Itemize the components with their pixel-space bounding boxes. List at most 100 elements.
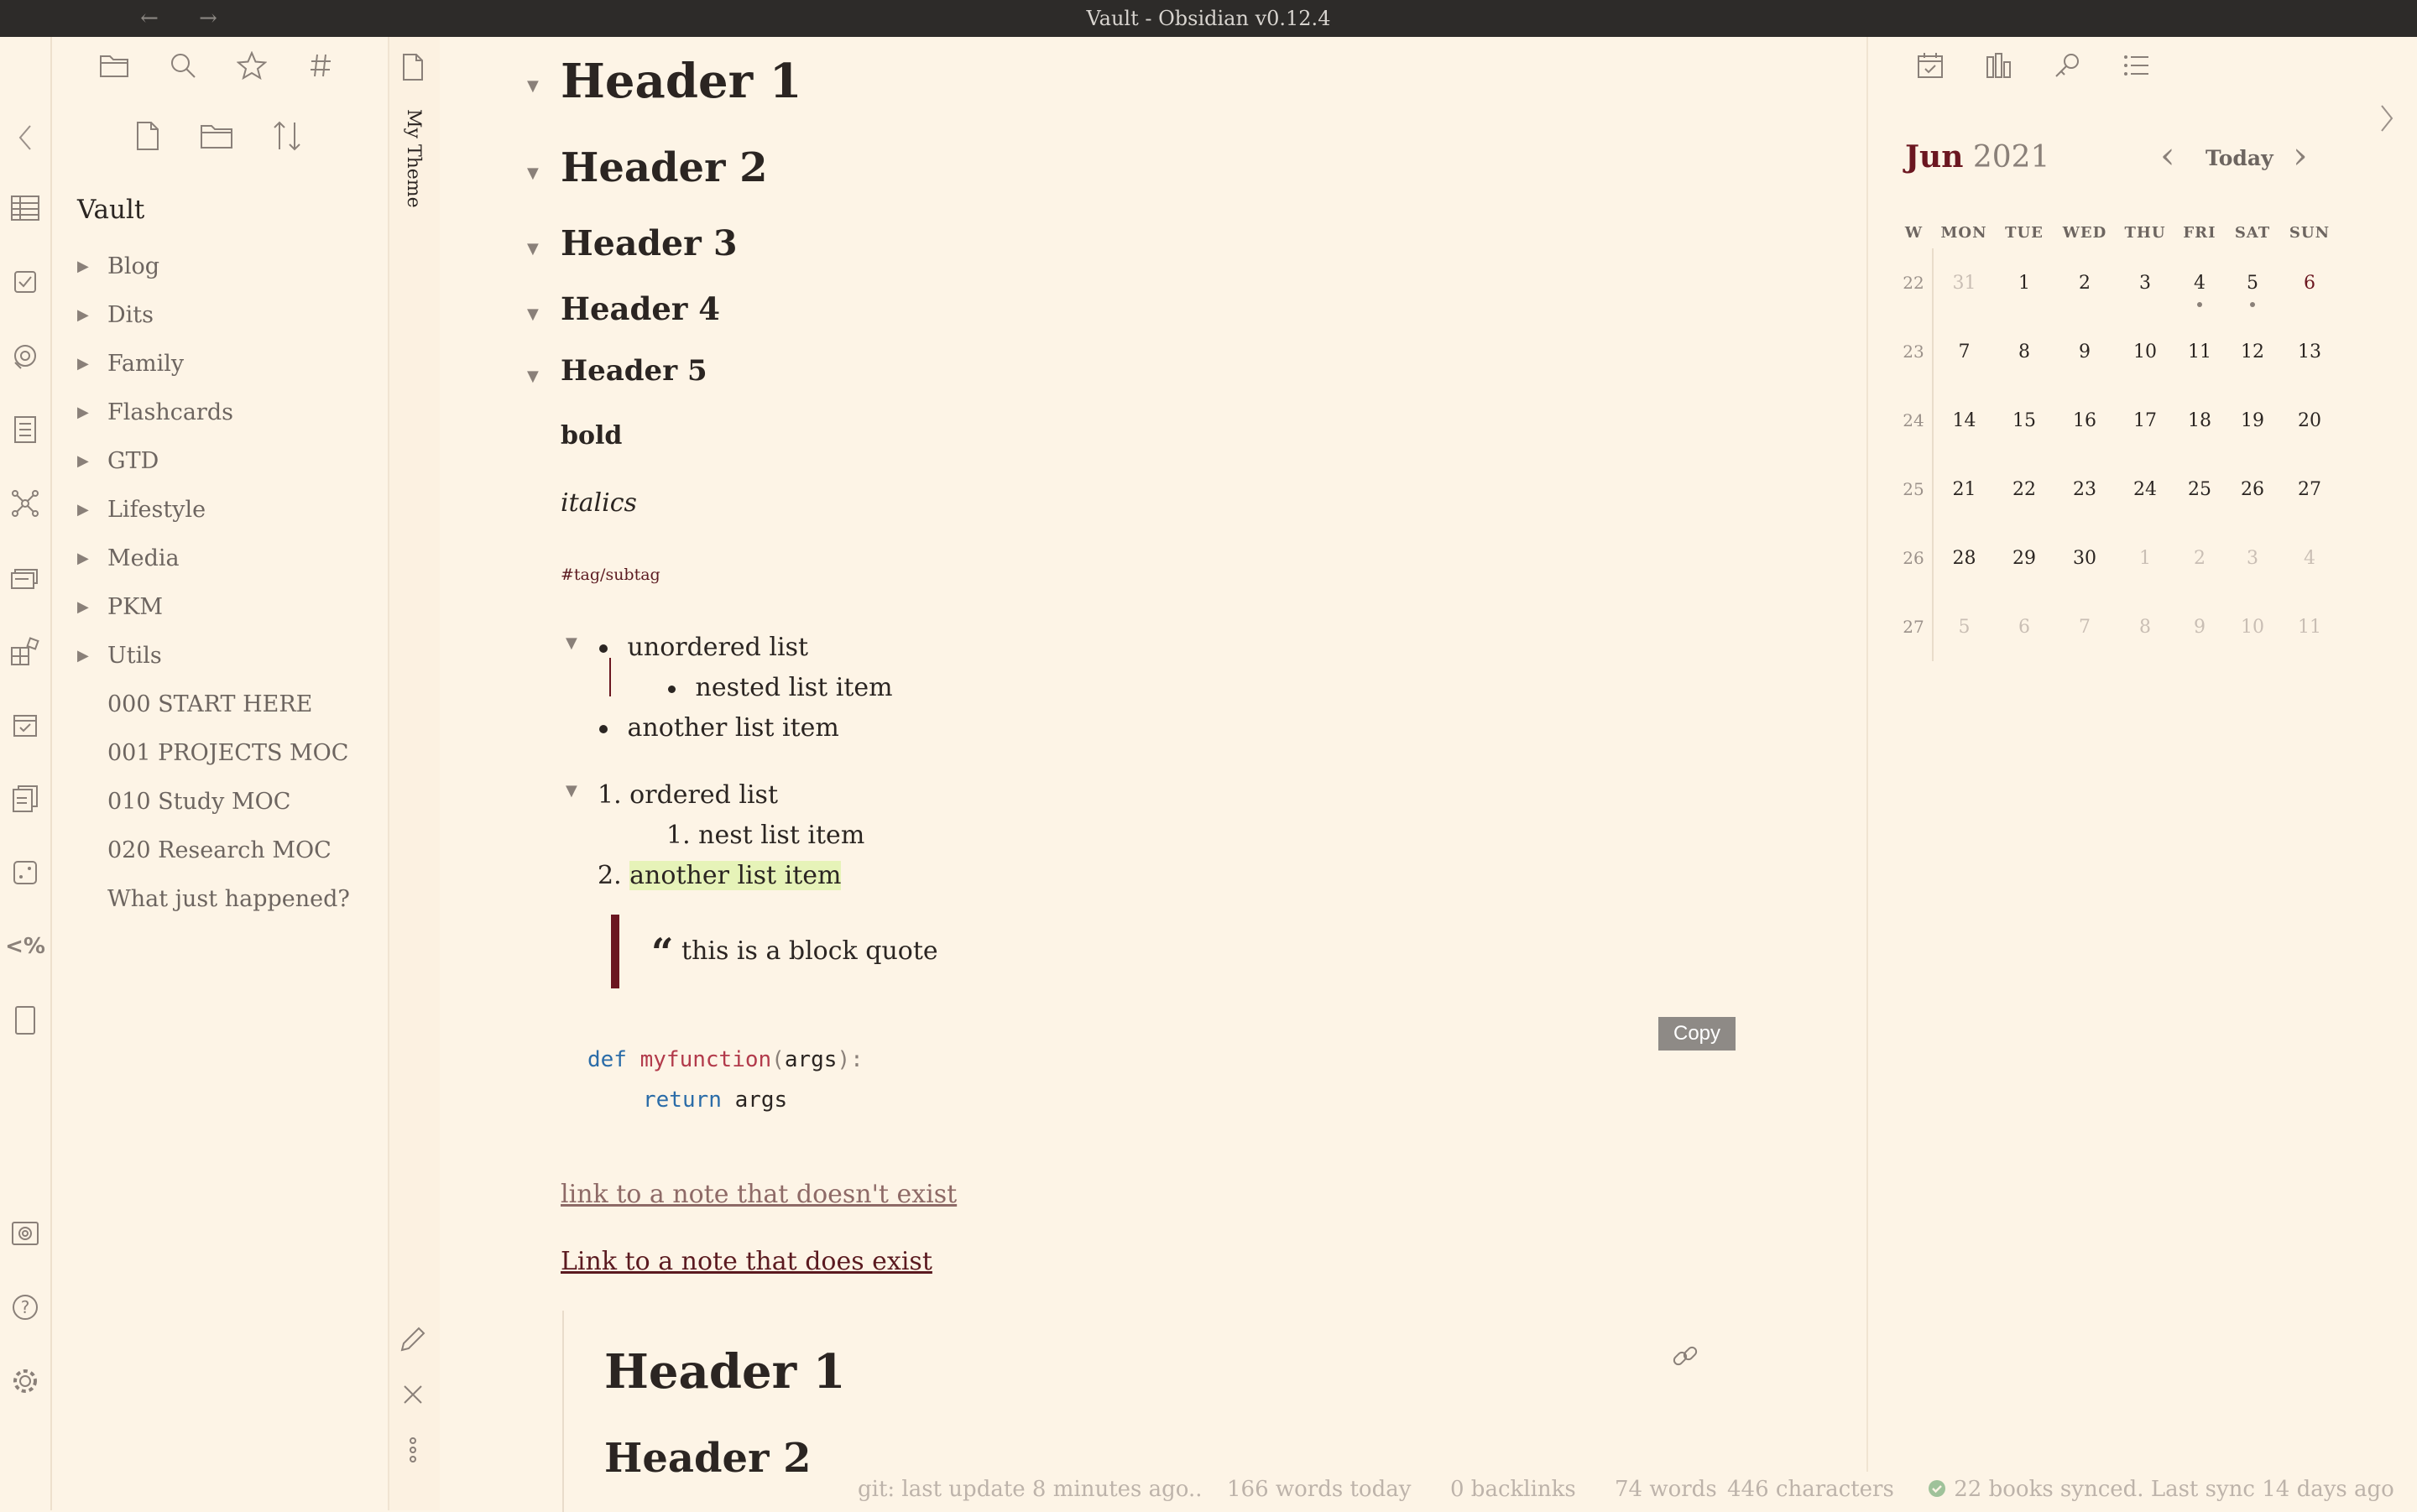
tag-link[interactable]: #tag/subtag [561, 566, 660, 584]
folder-icon[interactable] [96, 47, 133, 84]
calendar-day[interactable]: 26 [2225, 455, 2280, 524]
dice-icon[interactable] [8, 339, 42, 373]
calendar-day[interactable]: 17 [2116, 386, 2174, 455]
search-icon[interactable] [164, 47, 201, 84]
hash-icon[interactable] [302, 47, 339, 84]
calendar-icon[interactable] [8, 708, 42, 742]
calendar-day[interactable]: 15 [1995, 386, 2054, 455]
expand-caret-icon[interactable]: ▶ [77, 501, 107, 519]
calendar-day-with-note[interactable]: 4 [2174, 248, 2225, 317]
calendar-day[interactable]: 8 [1995, 317, 2054, 386]
folder-item-lifestyle[interactable]: ▶ Lifestyle [77, 485, 379, 534]
calendar-day[interactable]: 2 [2174, 524, 2225, 592]
note-tab-icon[interactable] [394, 49, 431, 86]
calendar-day[interactable]: 5 [1933, 592, 1995, 661]
fold-arrow-icon[interactable]: ▼ [527, 305, 539, 323]
expand-caret-icon[interactable]: ▶ [77, 598, 107, 616]
close-icon[interactable] [394, 1376, 431, 1413]
backlinks-count[interactable]: 0 backlinks [1450, 1477, 1576, 1502]
expand-caret-icon[interactable]: ▶ [77, 404, 107, 421]
sort-icon[interactable] [269, 117, 305, 154]
calendar-day[interactable]: 31 [1933, 248, 1995, 317]
sync-status[interactable]: 22 books synced. Last sync 14 days ago [1927, 1477, 2394, 1502]
back-arrow-icon[interactable]: ← [133, 0, 166, 37]
calendar-day[interactable]: 4 [2280, 524, 2339, 592]
folder-item-media[interactable]: ▶ Media [77, 534, 379, 582]
calendar-day[interactable]: 3 [2116, 248, 2174, 317]
calendar-check-icon[interactable] [1912, 47, 1949, 84]
calendar-day[interactable]: 19 [2225, 386, 2280, 455]
internal-link[interactable]: Link to a note that does exist [561, 1247, 932, 1276]
help-icon[interactable]: ? [8, 1290, 42, 1324]
fold-arrow-icon[interactable]: ▼ [527, 240, 539, 258]
link-icon[interactable] [1670, 1341, 1700, 1371]
expand-caret-icon[interactable]: ▶ [77, 647, 107, 665]
expand-caret-icon[interactable]: ▶ [77, 306, 107, 324]
file-item[interactable]: 000 START HERE [77, 680, 379, 728]
file-item[interactable]: 010 Study MOC [77, 777, 379, 826]
calendar-day[interactable]: 14 [1933, 386, 1995, 455]
pages-icon[interactable] [8, 782, 42, 816]
grid-icon[interactable] [8, 634, 42, 668]
fold-arrow-icon[interactable]: ▼ [566, 782, 577, 800]
calendar-day[interactable]: 27 [2280, 455, 2339, 524]
unresolved-link[interactable]: link to a note that doesn't exist [561, 1180, 957, 1209]
calendar-day[interactable]: 10 [2225, 592, 2280, 661]
calendar-day[interactable]: 23 [2054, 455, 2116, 524]
expand-caret-icon[interactable]: ▶ [77, 452, 107, 470]
tag-pane-icon[interactable] [2049, 47, 2086, 84]
more-options-icon[interactable] [394, 1431, 431, 1468]
calendar-next-icon[interactable]: › [2293, 138, 2308, 175]
calendar-day[interactable]: 7 [2054, 592, 2116, 661]
calendar-prev-icon[interactable]: ‹ [2160, 138, 2175, 175]
calendar-day[interactable]: 12 [2225, 317, 2280, 386]
calendar-day[interactable]: 10 [2116, 317, 2174, 386]
calendar-day-today[interactable]: 6 [2280, 248, 2339, 317]
calendar-day[interactable]: 9 [2054, 317, 2116, 386]
calendar-day[interactable]: 13 [2280, 317, 2339, 386]
folder-item-utils[interactable]: ▶ Utils [77, 631, 379, 680]
calendar-day[interactable]: 28 [1933, 524, 1995, 592]
expand-caret-icon[interactable]: ▶ [77, 355, 107, 373]
calendar-day[interactable]: 11 [2174, 317, 2225, 386]
calendar-day[interactable]: 24 [2116, 455, 2174, 524]
git-status[interactable]: git: last update 8 minutes ago.. [858, 1477, 1203, 1502]
folder-item-blog[interactable]: ▶ Blog [77, 242, 379, 290]
settings-icon[interactable] [8, 1364, 42, 1398]
copy-code-button[interactable]: Copy [1658, 1017, 1736, 1051]
edit-pencil-icon[interactable] [394, 1321, 431, 1358]
document-list-icon[interactable] [8, 413, 42, 446]
folder-item-dits[interactable]: ▶ Dits [77, 290, 379, 339]
calendar-day[interactable]: 22 [1995, 455, 2054, 524]
folder-item-pkm[interactable]: ▶ PKM [77, 582, 379, 631]
expand-caret-icon[interactable]: ▶ [77, 550, 107, 567]
file-item[interactable]: What just happened? [77, 874, 379, 923]
calendar-day-with-note[interactable]: 5 [2225, 248, 2280, 317]
calendar-day[interactable]: 25 [2174, 455, 2225, 524]
folder-item-family[interactable]: ▶ Family [77, 339, 379, 388]
calendar-day[interactable]: 11 [2280, 592, 2339, 661]
collapse-right-icon[interactable] [2378, 104, 2395, 133]
table-icon[interactable] [8, 191, 42, 225]
calendar-day[interactable]: 2 [2054, 248, 2116, 317]
folder-item-flashcards[interactable]: ▶ Flashcards [77, 388, 379, 436]
star-icon[interactable] [233, 47, 270, 84]
tablet-icon[interactable] [8, 1004, 42, 1037]
forward-arrow-icon[interactable]: → [191, 0, 225, 37]
cards-icon[interactable] [8, 560, 42, 594]
calendar-day[interactable]: 1 [2116, 524, 2174, 592]
calendar-day[interactable]: 8 [2116, 592, 2174, 661]
checkbox-icon[interactable] [8, 265, 42, 299]
calendar-day[interactable]: 30 [2054, 524, 2116, 592]
file-item[interactable]: 001 PROJECTS MOC [77, 728, 379, 777]
outline-icon[interactable] [2118, 47, 2155, 84]
file-item[interactable]: 020 Research MOC [77, 826, 379, 874]
templater-icon[interactable]: <% [5, 930, 45, 963]
calendar-day[interactable]: 3 [2225, 524, 2280, 592]
folder-item-gtd[interactable]: ▶ GTD [77, 436, 379, 485]
new-note-icon[interactable] [129, 117, 166, 154]
bar-chart-icon[interactable] [1981, 47, 2018, 84]
graph-icon[interactable] [8, 487, 42, 520]
new-folder-icon[interactable] [198, 117, 235, 154]
collapse-left-icon[interactable] [8, 121, 42, 154]
